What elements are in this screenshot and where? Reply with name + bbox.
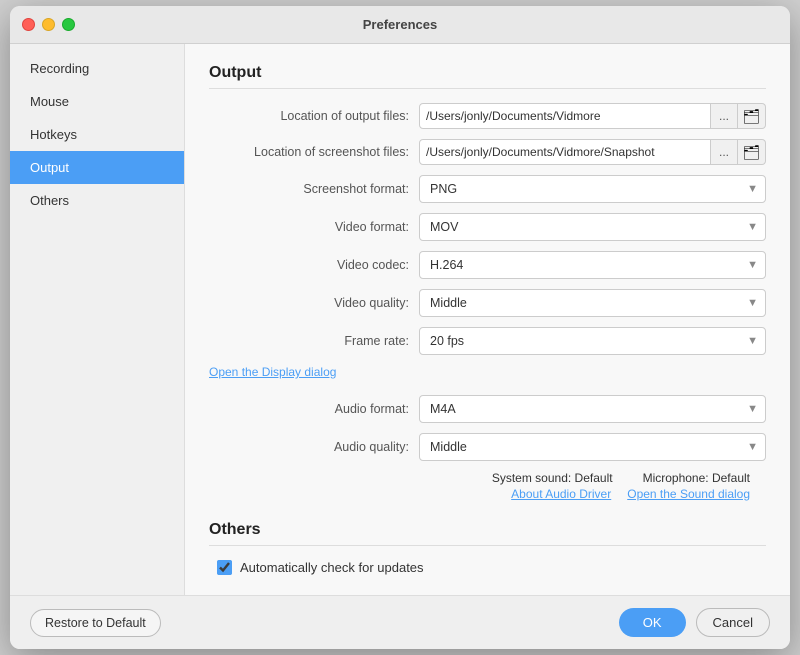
output-section-title: Output (209, 64, 766, 89)
audio-section: Audio format: M4A MP3 AAC WMA FLAC ▼ (209, 395, 766, 501)
auto-check-label[interactable]: Automatically check for updates (240, 560, 424, 575)
frame-rate-select[interactable]: 60 fps 30 fps 20 fps 15 fps 5 fps (419, 327, 766, 355)
open-display-dialog-link[interactable]: Open the Display dialog (209, 365, 336, 379)
folder-icon: 🗂 (743, 144, 761, 161)
others-section-title: Others (209, 521, 766, 546)
audio-format-select-wrapper: M4A MP3 AAC WMA FLAC ▼ (419, 395, 766, 423)
frame-rate-select-wrapper: 60 fps 30 fps 20 fps 15 fps 5 fps ▼ (419, 327, 766, 355)
frame-rate-row: Frame rate: 60 fps 30 fps 20 fps 15 fps … (209, 327, 766, 355)
others-section: Others Automatically check for updates (209, 521, 766, 575)
auto-check-checkbox[interactable] (217, 560, 232, 575)
microphone-label: Microphone: (643, 471, 709, 485)
audio-status-row: System sound: Default Microphone: Defaul… (209, 471, 766, 485)
output-files-dots-button[interactable]: ... (711, 103, 738, 129)
video-format-select[interactable]: MOV MP4 AVI FLV TS (419, 213, 766, 241)
screenshot-format-row: Screenshot format: PNG JPG BMP GIF ▼ (209, 175, 766, 203)
folder-icon: 🗂 (743, 108, 761, 125)
footer-right: OK Cancel (619, 608, 770, 637)
video-format-select-wrapper: MOV MP4 AVI FLV TS ▼ (419, 213, 766, 241)
output-files-row: Location of output files: ... 🗂 (209, 103, 766, 129)
sidebar-item-others[interactable]: Others (10, 184, 184, 217)
sidebar-item-output[interactable]: Output (10, 151, 184, 184)
screenshot-files-folder-button[interactable]: 🗂 (738, 139, 766, 165)
ok-button[interactable]: OK (619, 608, 686, 637)
output-files-input-group: ... 🗂 (419, 103, 766, 129)
about-audio-driver-link[interactable]: About Audio Driver (511, 487, 611, 501)
preferences-window: Preferences Recording Mouse Hotkeys Outp… (10, 6, 790, 649)
video-format-label: Video format: (209, 220, 409, 234)
audio-links-row: About Audio Driver Open the Sound dialog (209, 487, 766, 501)
microphone-status: Microphone: Default (643, 471, 750, 485)
open-sound-dialog-link[interactable]: Open the Sound dialog (627, 487, 750, 501)
sidebar-item-hotkeys[interactable]: Hotkeys (10, 118, 184, 151)
content-area: Recording Mouse Hotkeys Output Others Ou… (10, 44, 790, 595)
audio-quality-row: Audio quality: Highest High Middle Low L… (209, 433, 766, 461)
screenshot-files-dots-button[interactable]: ... (711, 139, 738, 165)
sidebar: Recording Mouse Hotkeys Output Others (10, 44, 185, 595)
title-bar: Preferences (10, 6, 790, 44)
output-files-path-input[interactable] (419, 103, 711, 129)
cancel-button[interactable]: Cancel (696, 608, 770, 637)
main-content: Output Location of output files: ... 🗂 L… (185, 44, 790, 595)
system-sound-label: System sound: (492, 471, 571, 485)
sidebar-item-recording[interactable]: Recording (10, 52, 184, 85)
screenshot-files-label: Location of screenshot files: (209, 145, 409, 159)
system-sound-value: Default (575, 471, 613, 485)
video-quality-select-wrapper: Highest High Middle Low Lowest ▼ (419, 289, 766, 317)
window-title: Preferences (363, 17, 437, 32)
screenshot-files-path-input[interactable] (419, 139, 711, 165)
video-quality-select[interactable]: Highest High Middle Low Lowest (419, 289, 766, 317)
open-display-dialog-row: Open the Display dialog (209, 365, 766, 379)
output-files-folder-button[interactable]: 🗂 (738, 103, 766, 129)
video-quality-label: Video quality: (209, 296, 409, 310)
screenshot-files-input-group: ... 🗂 (419, 139, 766, 165)
audio-format-row: Audio format: M4A MP3 AAC WMA FLAC ▼ (209, 395, 766, 423)
traffic-lights (22, 18, 75, 31)
minimize-button[interactable] (42, 18, 55, 31)
frame-rate-label: Frame rate: (209, 334, 409, 348)
screenshot-format-select[interactable]: PNG JPG BMP GIF (419, 175, 766, 203)
sidebar-item-mouse[interactable]: Mouse (10, 85, 184, 118)
audio-format-label: Audio format: (209, 402, 409, 416)
video-codec-select-wrapper: H.264 H.265 MPEG-4 ▼ (419, 251, 766, 279)
video-quality-row: Video quality: Highest High Middle Low L… (209, 289, 766, 317)
video-codec-row: Video codec: H.264 H.265 MPEG-4 ▼ (209, 251, 766, 279)
close-button[interactable] (22, 18, 35, 31)
screenshot-format-select-wrapper: PNG JPG BMP GIF ▼ (419, 175, 766, 203)
audio-quality-select-wrapper: Highest High Middle Low Lowest ▼ (419, 433, 766, 461)
video-format-row: Video format: MOV MP4 AVI FLV TS ▼ (209, 213, 766, 241)
system-sound-status: System sound: Default (492, 471, 613, 485)
output-files-label: Location of output files: (209, 109, 409, 123)
maximize-button[interactable] (62, 18, 75, 31)
microphone-value: Default (712, 471, 750, 485)
video-codec-select[interactable]: H.264 H.265 MPEG-4 (419, 251, 766, 279)
video-codec-label: Video codec: (209, 258, 409, 272)
audio-quality-label: Audio quality: (209, 440, 409, 454)
audio-format-select[interactable]: M4A MP3 AAC WMA FLAC (419, 395, 766, 423)
audio-quality-select[interactable]: Highest High Middle Low Lowest (419, 433, 766, 461)
screenshot-files-row: Location of screenshot files: ... 🗂 (209, 139, 766, 165)
screenshot-format-label: Screenshot format: (209, 182, 409, 196)
footer: Restore to Default OK Cancel (10, 595, 790, 649)
restore-to-default-button[interactable]: Restore to Default (30, 609, 161, 637)
auto-check-row: Automatically check for updates (217, 560, 766, 575)
